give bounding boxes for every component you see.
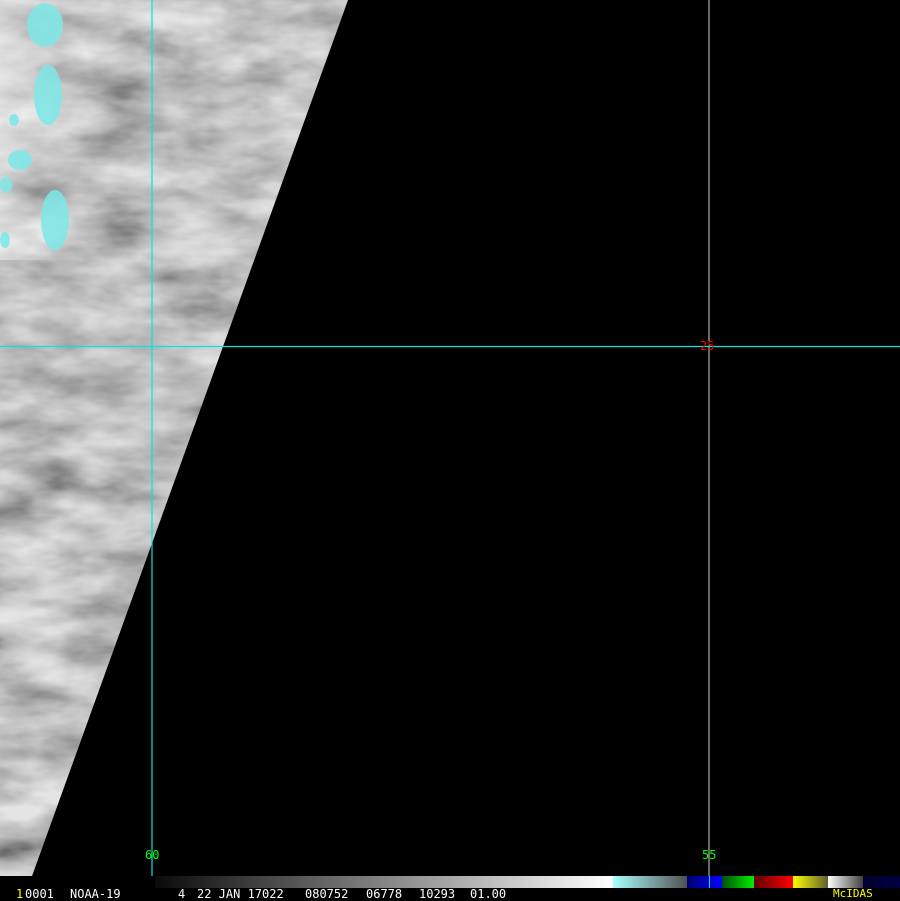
line: 06778 [366, 887, 403, 901]
satellite-imagery [0, 0, 900, 876]
satellite-name: NOAA-19 [70, 887, 121, 901]
time: 080752 [305, 887, 349, 901]
swath-area [0, 0, 348, 876]
element: 10293 [419, 887, 456, 901]
resolution: 01.00 [470, 887, 507, 901]
date: 22 JAN 17022 [197, 887, 284, 901]
colorbar-segment-red [754, 876, 793, 888]
colorbar-segment-yellow [793, 876, 828, 888]
colorbar-segment-green [722, 876, 754, 888]
longitude-label-55: 55 [702, 848, 717, 862]
longitude-line-55-colorbar [709, 876, 710, 888]
longitude-label-60: 60 [145, 848, 160, 862]
colorbar-segment-cyan-gray [613, 876, 687, 888]
status-bar: 1 0001 NOAA-19 4 22 JAN 17022 080752 06778 1029… [0, 887, 900, 901]
colorbar-segment-blue [687, 876, 722, 888]
mcidas-logo: McIDAS [833, 887, 873, 900]
frame-number: 1 [16, 887, 24, 901]
frame-id: 0001 [25, 887, 54, 901]
band: 4 [178, 887, 186, 901]
satellite-image-display: 25 60 55 1 0001 NOAA-19 4 22 JAN 17022 080752… [0, 0, 900, 900]
latitude-label-25: 25 [700, 339, 715, 353]
